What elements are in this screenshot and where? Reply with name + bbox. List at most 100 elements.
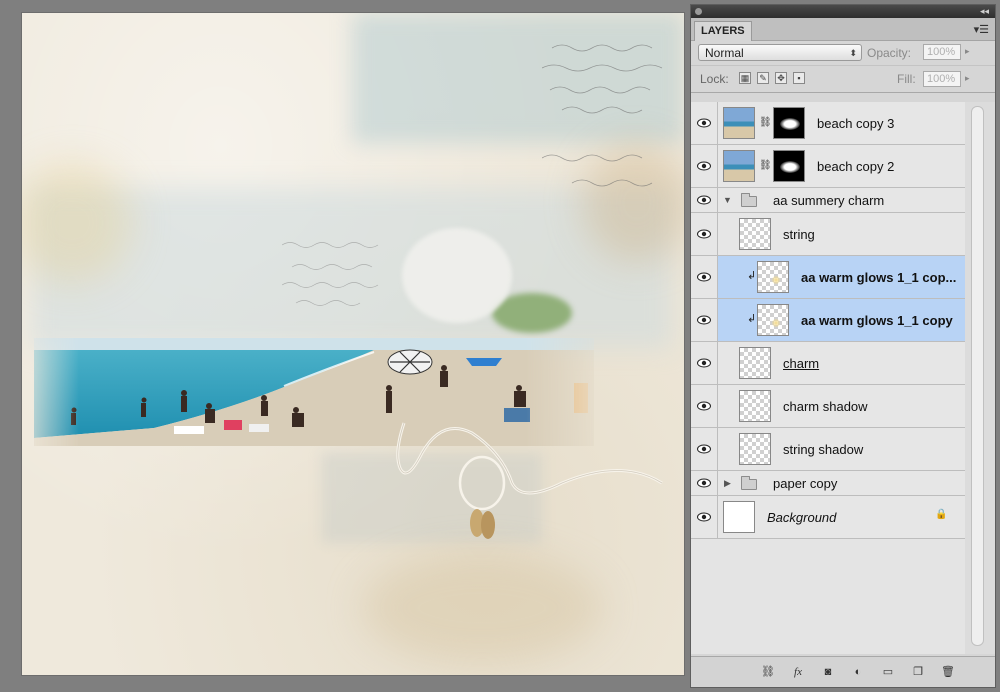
lock-transparency-icon[interactable]: ▦ [739,72,751,84]
visibility-toggle[interactable] [691,188,718,212]
group-row[interactable]: ▼ aa summery charm [691,188,965,213]
layer-thumbnail [739,433,771,465]
lock-label: Lock: [700,72,729,86]
wash-bottom-tan [362,553,602,663]
visibility-toggle[interactable] [691,256,718,298]
lock-position-icon[interactable]: ✥ [775,72,787,84]
lock-row: Lock: ▦ ✎ ✥ ▪ Fill: 100% ▸ [691,65,995,93]
lock-icon: 🔒 [935,509,948,520]
visibility-toggle[interactable] [691,145,718,187]
layer-row[interactable]: charm shadow [691,385,965,428]
eye-icon [697,315,711,325]
fill-arrow-icon[interactable]: ▸ [965,73,970,84]
visibility-toggle[interactable] [691,496,718,538]
layer-name: beach copy 3 [817,116,895,131]
layer-name: beach copy 2 [817,159,895,174]
updown-arrows-icon: ⬍ [849,48,857,58]
opacity-input[interactable]: 100% [923,44,961,60]
layer-list-scrollbar[interactable] [965,102,995,654]
eye-icon [697,358,711,368]
fx-icon[interactable]: fx [791,665,805,679]
visibility-toggle[interactable] [691,342,718,384]
layer-name: aa warm glows 1_1 copy [801,313,953,328]
layer-thumbnail [723,150,755,182]
group-row[interactable]: ▶ paper copy [691,471,965,496]
eye-icon [697,118,711,128]
new-layer-icon[interactable]: ❐ [911,665,925,679]
layer-name: aa summery charm [773,193,885,208]
document-canvas[interactable] [22,13,684,675]
layer-row[interactable]: string shadow [691,428,965,471]
lock-pixels-icon[interactable]: ✎ [757,72,769,84]
layer-row[interactable]: string [691,213,965,256]
visibility-toggle[interactable] [691,299,718,341]
eye-icon [697,195,711,205]
blend-mode-value: Normal [705,46,744,60]
layer-list: ⛓ beach copy 3 ⛓ beach copy 2 ▼ aa summe… [691,102,966,654]
visibility-toggle[interactable] [691,213,718,255]
layer-name: aa warm glows 1_1 cop... [801,270,957,285]
eye-icon [697,272,711,282]
mask-thumbnail[interactable] [773,150,805,182]
clipping-mask-icon: ↲ [747,313,757,325]
layer-row[interactable]: Background 🔒 [691,496,965,539]
visibility-toggle[interactable] [691,102,718,144]
opacity-label: Opacity: [867,46,912,60]
adjustment-layer-icon[interactable]: ◐ [851,665,865,679]
blend-row: Normal ⬍ Opacity: 100% ▸ [691,41,995,65]
clipping-mask-icon: ↲ [747,270,757,282]
eye-icon [697,229,711,239]
folder-icon [741,193,757,207]
layer-row[interactable]: ⛓ beach copy 2 [691,145,965,188]
eye-icon [697,512,711,522]
eye-icon [697,401,711,411]
chain-link-icon[interactable]: ⛓ [759,160,772,171]
layer-thumbnail [739,390,771,422]
layer-name: charm [783,356,820,371]
layer-row[interactable]: ⛓ beach copy 3 [691,102,965,145]
mask-thumbnail[interactable] [773,107,805,139]
lock-all-icon[interactable]: ▪ [793,72,805,84]
layer-name: Background [767,510,837,525]
link-layers-icon[interactable]: ⛓ [761,665,775,679]
disclosure-closed-icon[interactable]: ▶ [724,478,731,489]
disclosure-open-icon[interactable]: ▼ [723,195,732,205]
opacity-arrow-icon[interactable]: ▸ [965,46,970,57]
eye-icon [697,478,711,488]
layer-name: charm shadow [783,399,868,414]
layer-row[interactable]: ↲ aa warm glows 1_1 copy [691,299,965,342]
eye-icon [697,444,711,454]
layer-name: paper copy [773,476,838,491]
add-mask-icon[interactable]: ◙ [821,665,835,679]
folder-icon [741,476,757,490]
script-text-decoration [542,44,663,187]
fill-label: Fill: [897,72,916,86]
new-group-icon[interactable]: ▭ [881,665,895,679]
tab-layers[interactable]: LAYERS [694,21,752,41]
layers-panel: ◂◂ LAYERS ▾☰ Normal ⬍ Opacity: 100% ▸ Lo… [690,4,996,688]
scroll-track[interactable] [971,106,984,646]
handwriting-decoration [282,242,379,306]
eye-icon [697,161,711,171]
beach-photo [34,338,594,446]
visibility-toggle[interactable] [691,471,718,495]
layer-row[interactable]: charm [691,342,965,385]
layer-name: string [783,227,815,242]
layer-row[interactable]: ↲ aa warm glows 1_1 cop... [691,256,965,299]
panel-close-icon[interactable] [695,8,702,15]
panel-titlebar[interactable]: ◂◂ [691,5,995,18]
chain-link-icon[interactable]: ⛓ [759,117,772,128]
wash-bottom-block [322,453,542,543]
layer-name: string shadow [783,442,864,457]
trash-icon[interactable]: 🗑 [941,665,955,679]
layer-thumbnail [723,501,755,533]
visibility-toggle[interactable] [691,428,718,470]
layer-thumbnail [723,107,755,139]
layer-thumbnail [757,304,789,336]
panel-menu-icon[interactable]: ▾☰ [974,23,989,36]
blend-mode-select[interactable]: Normal ⬍ [698,44,862,61]
fill-input[interactable]: 100% [923,71,961,87]
visibility-toggle[interactable] [691,385,718,427]
panel-collapse-icon[interactable]: ◂◂ [980,5,989,18]
beach-scene [34,338,594,446]
